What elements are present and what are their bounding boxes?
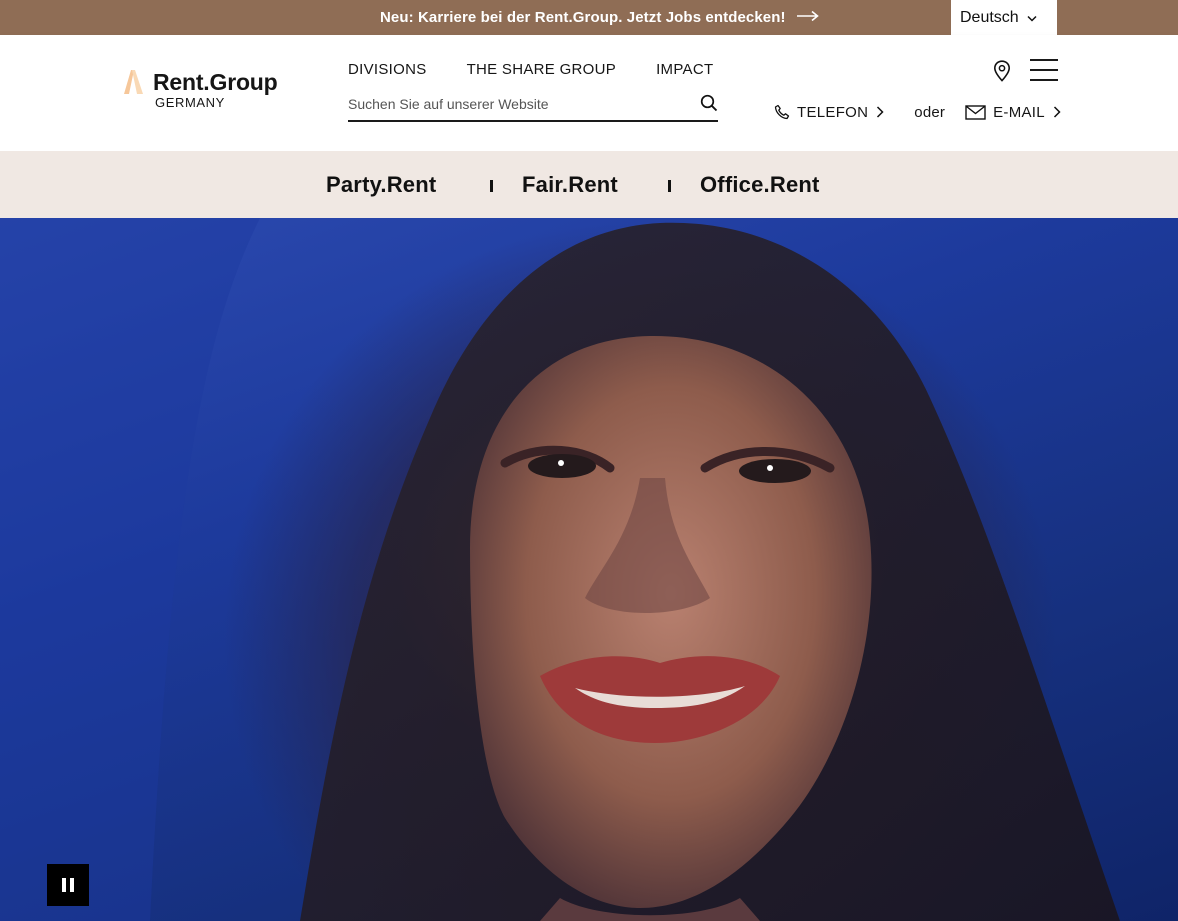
division-party-rent[interactable]: Party.Rent — [326, 172, 436, 198]
pause-button[interactable] — [47, 864, 89, 906]
divisions-bar: Party.Rent Fair.Rent Office.Rent — [0, 151, 1178, 218]
language-selected: Deutsch — [960, 8, 1019, 26]
chevron-right-icon — [877, 106, 884, 118]
search-input[interactable] — [348, 96, 688, 112]
contact-bar: TELEFON oder E-MAIL — [774, 103, 1068, 121]
location-pin-icon[interactable] — [993, 60, 1011, 86]
phone-link[interactable]: TELEFON — [774, 104, 891, 121]
language-select[interactable]: Deutsch — [951, 0, 1057, 35]
division-office-rent[interactable]: Office.Rent — [700, 172, 820, 198]
division-fair-rent[interactable]: Fair.Rent — [522, 172, 618, 198]
nav-item-divisions[interactable]: DIVISIONS — [348, 61, 427, 78]
division-separator — [490, 180, 493, 192]
email-link[interactable]: E-MAIL — [965, 104, 1068, 121]
announcement-text: Neu: Karriere bei der Rent.Group. Jetzt … — [380, 9, 786, 26]
logo-country: GERMANY — [155, 95, 225, 110]
career-announcement-link[interactable]: Neu: Karriere bei der Rent.Group. Jetzt … — [380, 0, 820, 35]
hero-video — [0, 218, 1178, 921]
announcement-bar: Neu: Karriere bei der Rent.Group. Jetzt … — [0, 0, 1178, 35]
logo-mark-icon — [120, 67, 146, 99]
contact-or-text: oder — [914, 103, 946, 121]
chevron-right-icon — [1053, 106, 1061, 118]
phone-label: TELEFON — [797, 103, 869, 121]
hero-video-frame — [0, 218, 1120, 921]
email-label: E-MAIL — [993, 103, 1045, 121]
long-arrow-right-icon — [796, 9, 820, 26]
hamburger-menu-icon[interactable] — [1030, 59, 1058, 81]
nav-item-the-share-group[interactable]: THE SHARE GROUP — [467, 61, 617, 78]
phone-icon — [774, 104, 790, 120]
main-nav: DIVISIONS THE SHARE GROUP IMPACT — [348, 61, 753, 78]
search-icon[interactable] — [700, 94, 718, 116]
search-box — [348, 92, 718, 122]
nav-item-impact[interactable]: IMPACT — [656, 61, 713, 78]
envelope-icon — [965, 104, 986, 120]
logo-brand: Rent.Group — [153, 69, 278, 95]
division-separator — [668, 180, 671, 192]
chevron-down-icon — [1027, 9, 1037, 27]
pause-icon — [62, 878, 66, 892]
